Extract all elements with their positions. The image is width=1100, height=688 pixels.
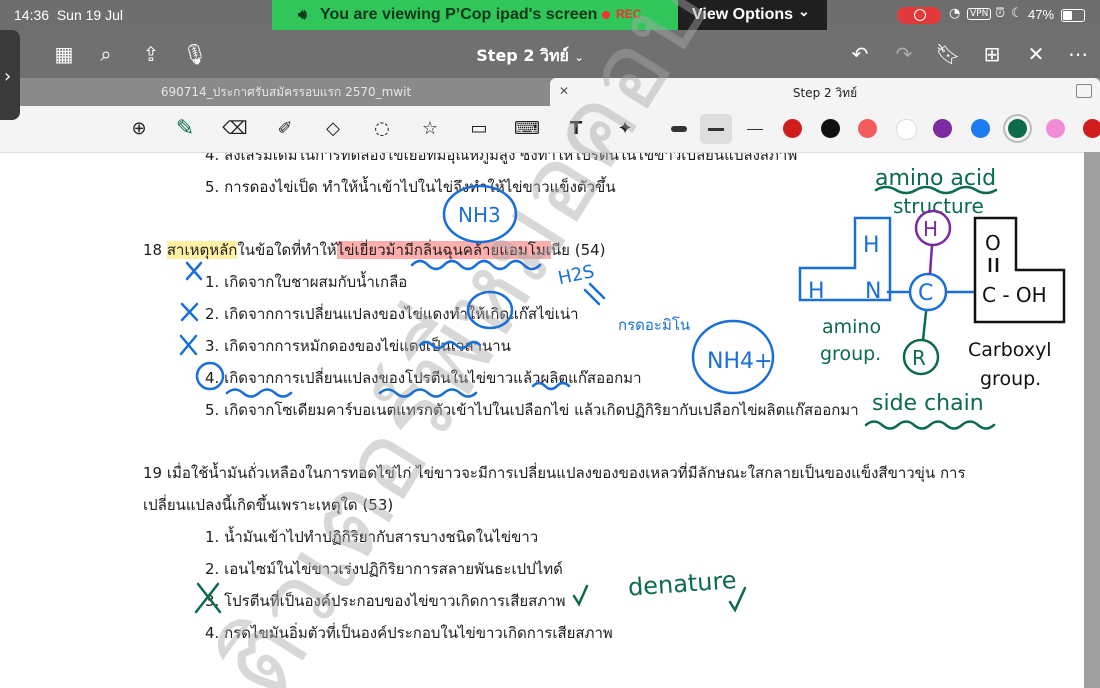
zoom-pen-icon[interactable]: ⊕ <box>124 114 154 144</box>
screen-recording-icon <box>897 7 941 24</box>
color-swatch-1[interactable] <box>783 119 802 138</box>
view-options-button[interactable]: View Options ⌄ <box>678 0 827 30</box>
laser-pointer-icon[interactable]: ✦ <box>610 114 640 144</box>
undo-icon[interactable]: ↶ <box>846 40 874 68</box>
bookmark-icon[interactable]: 🔖︎ <box>934 40 962 68</box>
rec-label: REC <box>616 7 642 21</box>
shapes-icon[interactable]: ◇ <box>318 114 348 144</box>
q19-option-1: 1. น้ำมันเข้าไปทำปฏิกิริยากับสารบางชนิดใ… <box>205 528 539 546</box>
share-banner-text: You are viewing P’Cop ipad's screen <box>320 6 598 23</box>
tab-pdf[interactable]: 690714_ประกาศรับสมัครรอบแรก 2570_mwit <box>22 78 550 106</box>
q19-option-4: 4. กรดไขมันอิ่มตัวที่เป็นองค์ประกอบในไข่… <box>205 624 613 642</box>
chevron-down-icon: ⌄ <box>798 3 810 19</box>
vpn-icon: VPN <box>967 8 992 20</box>
battery-percent: 47% <box>1028 7 1055 22</box>
thin-stroke-icon[interactable] <box>740 114 770 144</box>
sidebar-toggle[interactable]: › <box>0 30 20 120</box>
image-icon[interactable]: ▭ <box>464 114 494 144</box>
eraser-icon[interactable]: ⌫ <box>220 114 250 144</box>
more-icon[interactable]: ⋯ <box>1064 40 1092 68</box>
q19-stem-line1: 19 เมื่อใช้น้ำมันถั่วเหลืองในการทอดไข่ไก… <box>143 464 966 482</box>
color-swatch-9[interactable] <box>1083 119 1100 138</box>
color-swatch-5[interactable] <box>933 119 952 138</box>
microphone-icon[interactable]: 🎙︎ <box>181 40 209 68</box>
color-swatch-4[interactable] <box>895 119 917 140</box>
q19-option-3: 3. โปรตีนที่เป็นองค์ประกอบของไข่ขาวเกิดก… <box>205 592 566 610</box>
q18-option-5: 5. เกิดจากโซเดียมคาร์บอเนตแทรกตัวเข้าไปใ… <box>205 401 859 419</box>
document-title[interactable]: Step 2 วิทย์ ⌄ <box>440 44 620 69</box>
q18-stem: 18 สาเหตุหลักในข้อใดที่ทำให้ไข่เยี่ยวม้า… <box>143 241 606 259</box>
battery-icon <box>1061 9 1085 22</box>
lasso-icon[interactable]: ◌ <box>367 114 397 144</box>
color-swatch-3[interactable] <box>858 119 877 138</box>
q17-option-5: 5. การดองไข่เป็ด ทำให้น้ำเข้าไปในไข่จึงท… <box>205 178 616 196</box>
alarm-icon: ⏰︎ <box>995 6 1006 21</box>
tab-step2-label: Step 2 วิทย์ <box>792 86 858 100</box>
redo-icon[interactable]: ↷ <box>890 40 918 68</box>
moon-icon: ☾ <box>1011 6 1023 21</box>
q18-option-2: 2. เกิดจากการเปลี่ยนแปลงของไข่แดงทำให้เก… <box>205 305 579 323</box>
color-swatch-2[interactable] <box>820 119 840 138</box>
pen-toolbar: ⊕ ✎ ⌫ ✐ ◇ ◌ ☆ ▭ ⌨ T ✦ <box>0 106 1100 153</box>
color-swatch-7[interactable] <box>1008 119 1027 138</box>
thick-stroke-icon[interactable] <box>664 114 694 144</box>
tab-step2[interactable]: ✕ Step 2 วิทย์ <box>550 78 1100 106</box>
keyboard-icon[interactable]: ⌨ <box>512 114 542 144</box>
view-options-label: View Options <box>692 6 794 23</box>
color-swatch-6[interactable] <box>970 119 990 138</box>
q18-option-1: 1. เกิดจากใบชาผสมกับน้ำเกลือ <box>205 273 408 291</box>
add-page-icon[interactable]: ⊞ <box>978 40 1006 68</box>
status-time: 14:36 Sun 19 Jul <box>14 7 123 23</box>
tab-bar: 690714_ประกาศรับสมัครรอบแรก 2570_mwit ✕ … <box>0 78 1100 106</box>
q18-option-3: 3. เกิดจากการหมักดองของไข่แดงเป็นเวลานาน <box>205 337 511 355</box>
q18-option-4: 4. เกิดจากการเปลี่ยนแปลงของโปรตีนในไข่ขา… <box>205 369 642 387</box>
color-swatch-8[interactable] <box>1045 119 1065 138</box>
close-icon[interactable]: ✕ <box>1022 40 1050 68</box>
q19-stem-line2: เปลี่ยนแปลงนี้เกิดขึ้นเพราะเหตุใด (53) <box>143 496 394 514</box>
chevron-right-icon: › <box>4 66 12 87</box>
grid-icon[interactable]: ▦ <box>50 40 78 68</box>
speaker-icon: 🔊︎ <box>298 6 307 22</box>
medium-stroke-icon[interactable] <box>700 114 732 144</box>
status-indicators: ◔ VPN ⏰︎ ☾ 47% <box>895 0 1100 30</box>
split-view-icon[interactable] <box>1076 84 1092 98</box>
search-icon[interactable]: ⌕ <box>92 40 120 68</box>
nav-bar: ▦ ⌕ ⇪ 🎙︎ Step 2 วิทย์ ⌄ ↶ ↷ 🔖︎ ⊞ ✕ ⋯ <box>0 30 1100 78</box>
text-tool-icon[interactable]: T <box>561 114 591 144</box>
share-icon[interactable]: ⇪ <box>137 40 165 68</box>
screen-share-banner: 🔊︎ You are viewing P’Cop ipad's screen R… <box>272 0 678 30</box>
pen-icon[interactable]: ✎ <box>170 114 200 144</box>
recording-dot-icon <box>602 11 610 19</box>
q19-option-2: 2. เอนไซม์ในไข่ขาวเร่งปฏิกิริยาการสลายพั… <box>205 560 563 578</box>
wifi-icon: ◔ <box>949 6 961 21</box>
sticker-icon[interactable]: ☆ <box>415 114 445 144</box>
highlighter-icon[interactable]: ✐ <box>270 114 300 144</box>
page-edge <box>1084 152 1100 688</box>
